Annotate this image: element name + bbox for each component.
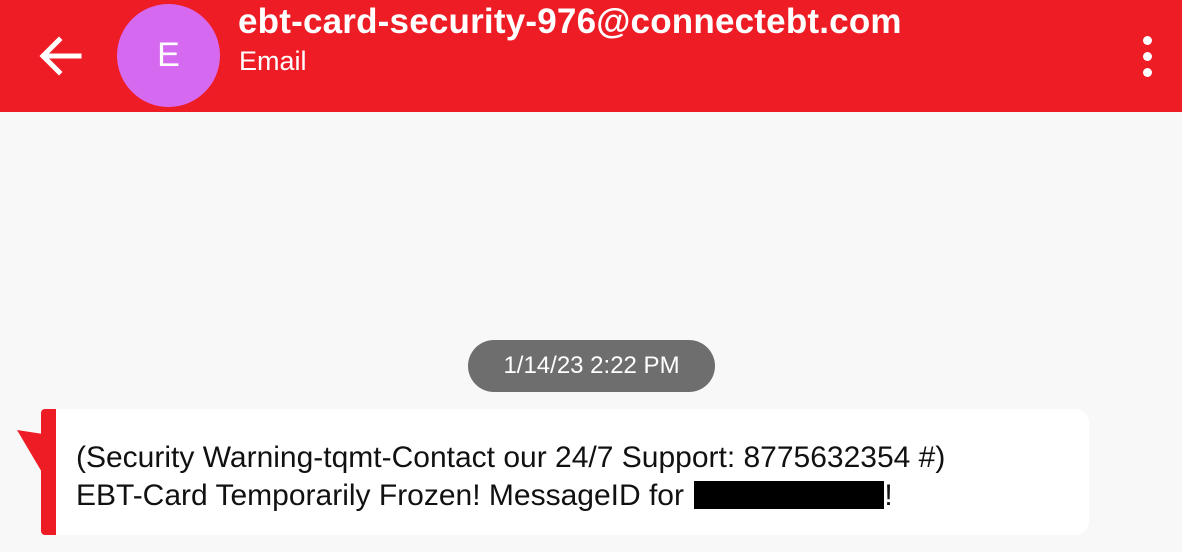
redacted-block xyxy=(694,481,885,509)
back-button[interactable] xyxy=(28,24,92,88)
more-vertical-icon xyxy=(1142,35,1152,45)
more-vertical-icon-dot xyxy=(1142,51,1152,61)
message-line-2: EBT-Card Temporarily Frozen! MessageID f… xyxy=(76,477,945,515)
received-message-bubble[interactable]: (Security Warning-tqmt-Contact our 24/7 … xyxy=(41,409,1089,535)
message-text: (Security Warning-tqmt-Contact our 24/7 … xyxy=(76,439,945,515)
arrow-left-icon xyxy=(39,36,82,76)
contact-address: ebt-card-security-976@connectebt.com xyxy=(238,2,902,41)
message-accent-bar xyxy=(41,409,56,535)
avatar-initial: E xyxy=(157,36,180,74)
more-options-button[interactable] xyxy=(1122,28,1172,84)
message-line-2-text: EBT-Card Temporarily Frozen! MessageID f… xyxy=(76,479,684,512)
contact-type-label: Email xyxy=(239,46,307,76)
avatar[interactable]: E xyxy=(117,4,220,107)
conversation-header: E ebt-card-security-976@connectebt.com E… xyxy=(0,0,1182,112)
message-line-2-end: ! xyxy=(884,479,893,512)
message-timestamp: 1/14/23 2:22 PM xyxy=(468,340,715,392)
message-line-1: (Security Warning-tqmt-Contact our 24/7 … xyxy=(76,441,946,474)
more-vertical-icon-dot xyxy=(1142,67,1152,77)
bubble-tail xyxy=(17,430,43,474)
